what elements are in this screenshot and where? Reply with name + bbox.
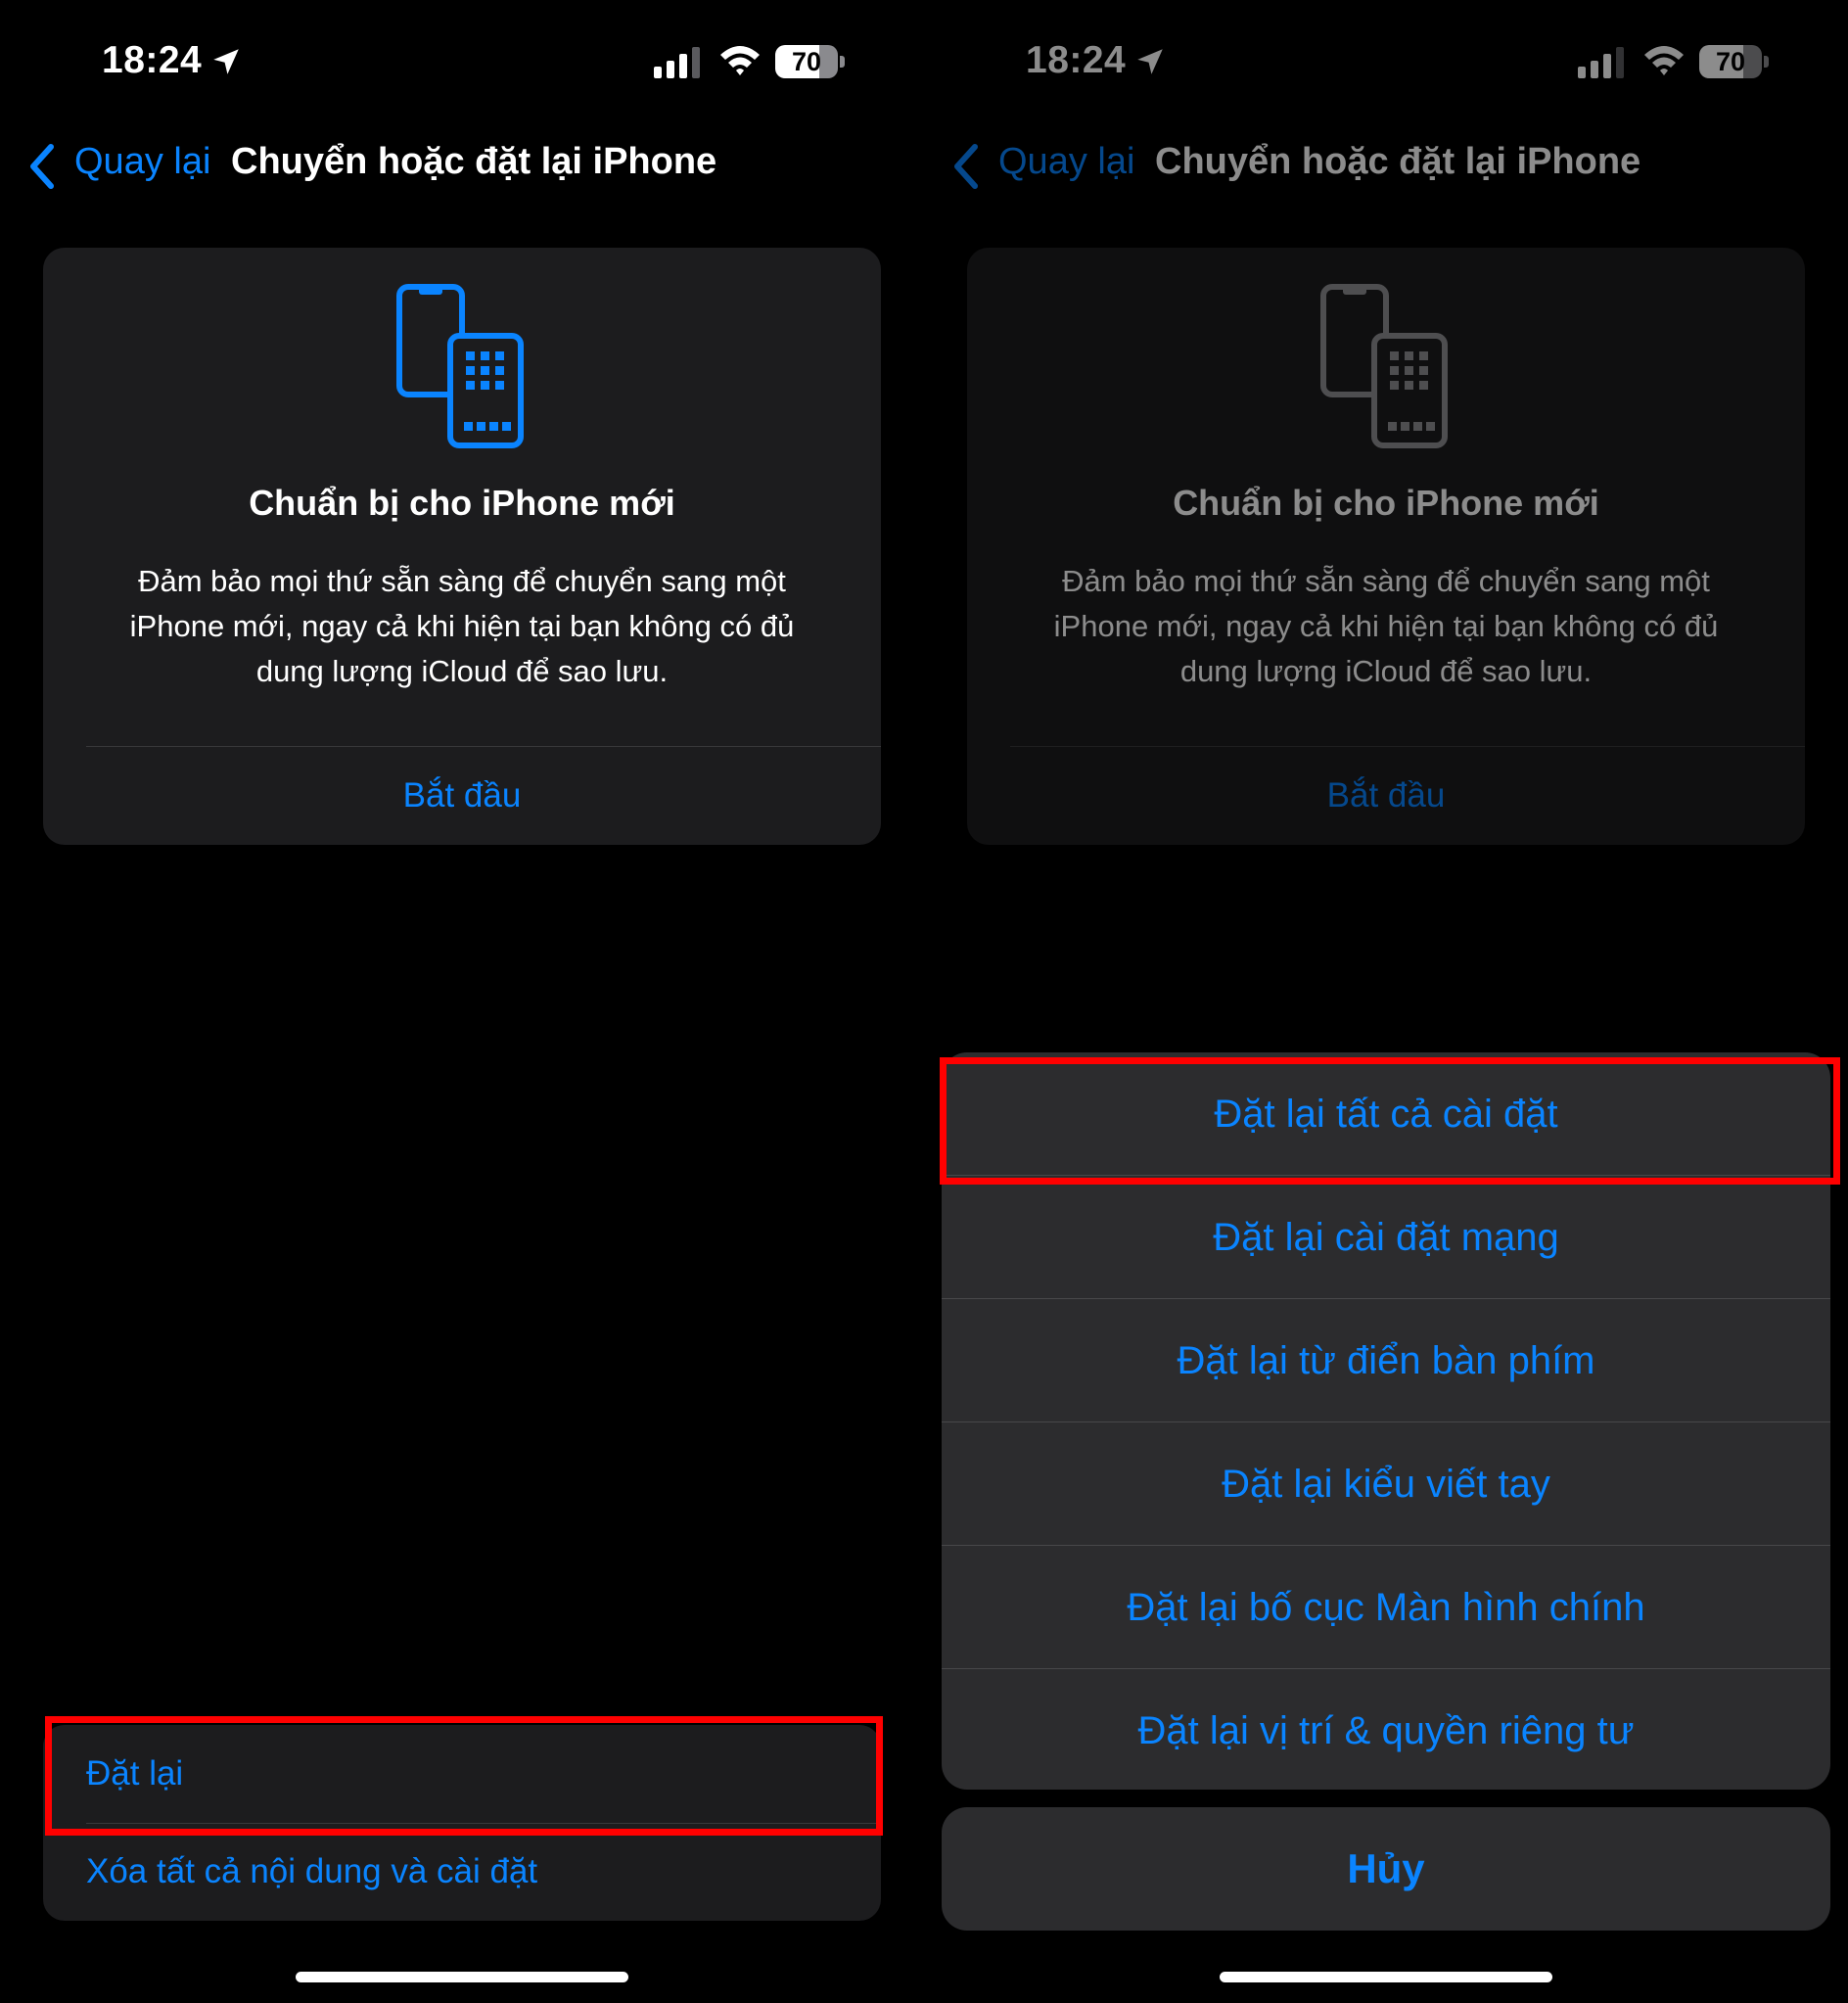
chevron-left-icon[interactable]	[27, 143, 57, 190]
home-indicator[interactable]	[296, 1972, 628, 1982]
erase-all-button[interactable]: Xóa tất cả nội dung và cài đặt	[86, 1852, 537, 1891]
status-time: 18:24	[102, 39, 203, 81]
reset-keyboard-dictionary-button[interactable]: Đặt lại từ điển bàn phím	[942, 1299, 1830, 1422]
highlight-box-reset-all-settings	[940, 1057, 1840, 1185]
screen-reset-action-sheet: 18:24 70 Quay lại Chuyển hoặc đặt lại iP…	[924, 0, 1848, 2003]
get-started-button[interactable]: Bắt đầu	[43, 776, 881, 815]
two-phones-icon	[396, 284, 524, 448]
card-description: Đảm bảo mọi thứ sẵn sàng để chuyển sang …	[129, 564, 795, 688]
reset-handwriting-button[interactable]: Đặt lại kiểu viết tay	[942, 1422, 1830, 1546]
reset-location-privacy-button[interactable]: Đặt lại vị trí & quyền riêng tư	[942, 1669, 1830, 1790]
battery-icon: 70	[775, 45, 845, 78]
cancel-button[interactable]: Hủy	[942, 1807, 1830, 1931]
wifi-icon	[720, 46, 760, 75]
reset-network-settings-button[interactable]: Đặt lại cài đặt mạng	[942, 1176, 1830, 1299]
screen-transfer-or-reset: 18:24 70 Quay lại Chuyển hoặc đặt lại iP…	[0, 0, 924, 2003]
prepare-new-iphone-card: Chuẩn bị cho iPhone mới Đảm bảo mọi thứ …	[43, 248, 881, 845]
cellular-signal-icon	[654, 47, 700, 78]
back-button[interactable]: Quay lại	[74, 141, 210, 183]
reset-home-screen-layout-button[interactable]: Đặt lại bố cục Màn hình chính	[942, 1546, 1830, 1669]
home-indicator[interactable]	[1220, 1972, 1552, 1982]
location-arrow-icon	[213, 49, 239, 74]
card-title: Chuẩn bị cho iPhone mới	[249, 483, 675, 523]
status-bar: 18:24 70	[0, 37, 924, 92]
highlight-box-reset	[45, 1716, 883, 1836]
page-title: Chuyển hoặc đặt lại iPhone	[231, 141, 717, 182]
battery-level: 70	[791, 47, 822, 76]
card-divider	[86, 746, 881, 747]
nav-bar: Quay lại Chuyển hoặc đặt lại iPhone	[0, 137, 924, 196]
